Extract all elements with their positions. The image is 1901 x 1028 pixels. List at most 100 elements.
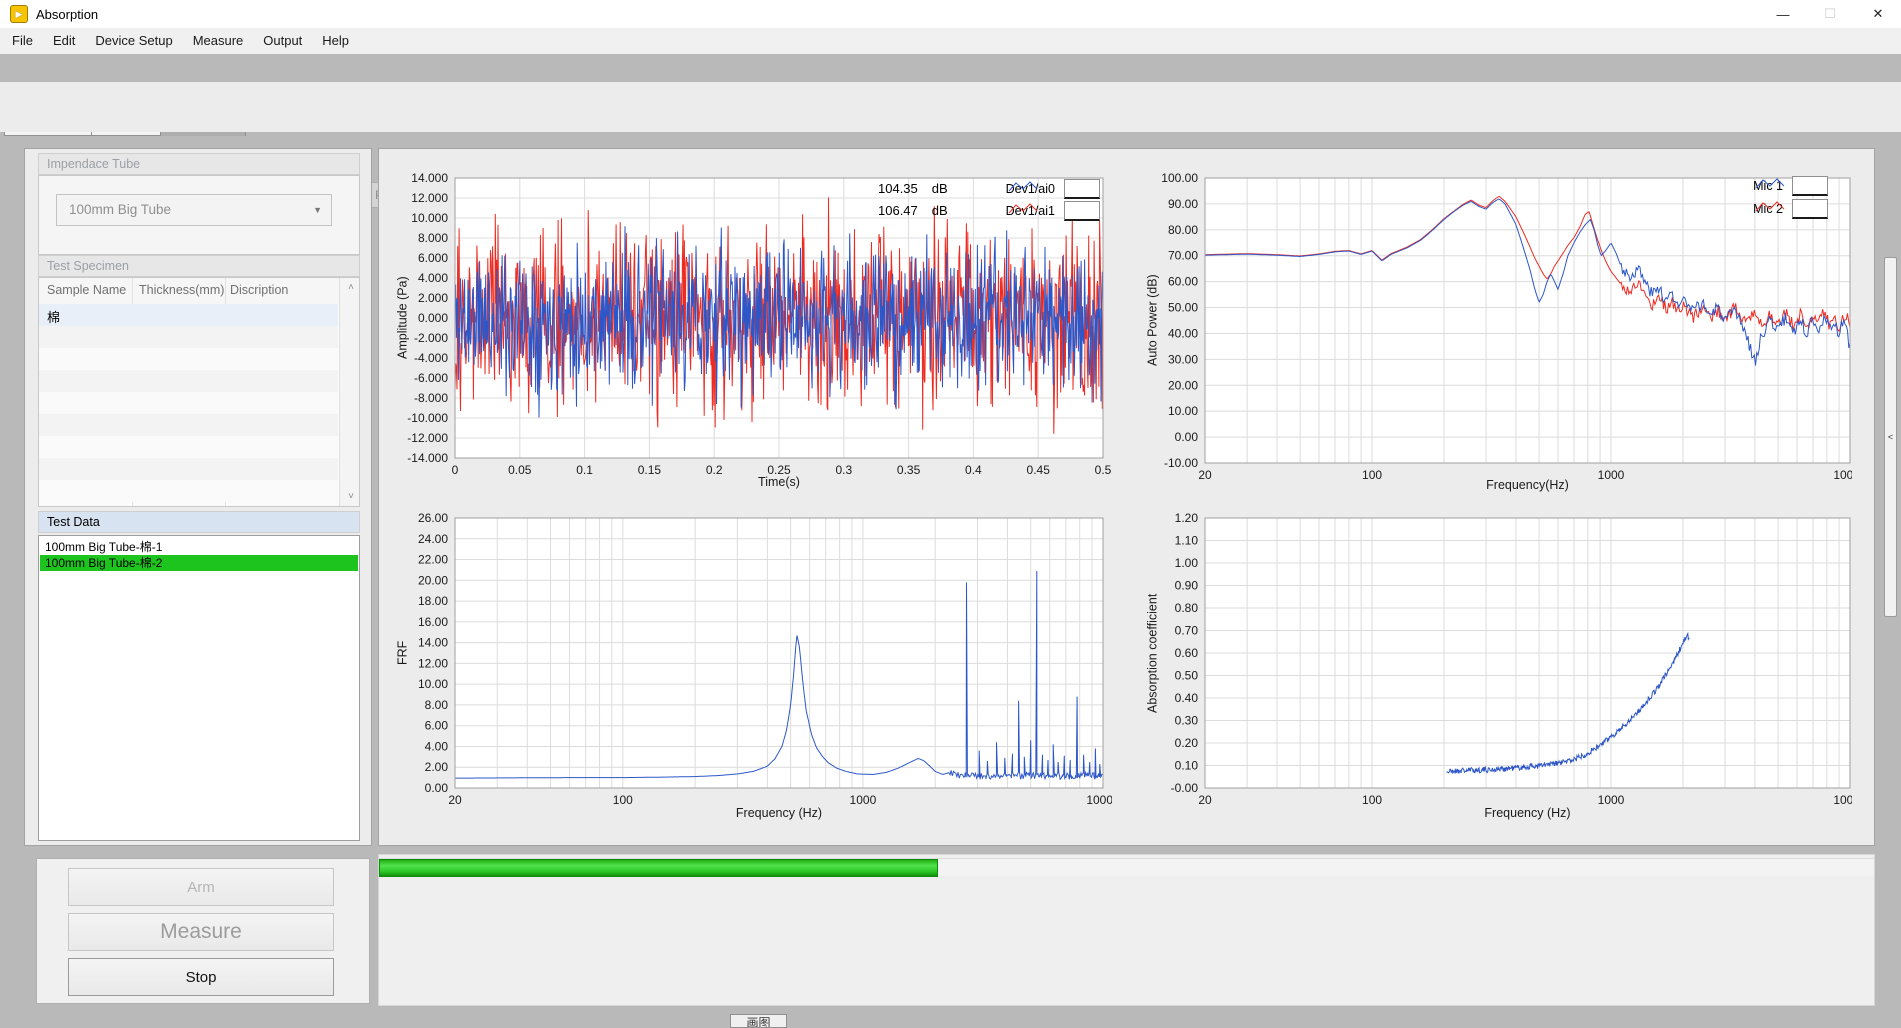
absorption-coefficient-chart: 1.201.101.000.900.800.700.600.500.400.30… <box>1140 488 1852 833</box>
svg-text:60.00: 60.00 <box>1168 275 1198 289</box>
scroll-up-icon[interactable]: ˄ <box>348 282 354 293</box>
impedance-tube-groupbox: 100mm Big Tube ▼ <box>38 175 360 255</box>
svg-text:2.00: 2.00 <box>425 760 449 774</box>
svg-text:0.000: 0.000 <box>418 311 448 325</box>
measure-button[interactable]: Measure <box>68 913 334 951</box>
scroll-down-icon[interactable]: ˅ <box>348 491 354 502</box>
svg-text:10000: 10000 <box>1833 793 1852 807</box>
legend-dev1-ai1: Dev1/ai1 <box>1006 201 1100 221</box>
legend-line-icon <box>1792 176 1828 196</box>
test-data-item[interactable]: 100mm Big Tube-棉-1 <box>40 539 358 555</box>
table-row-empty[interactable] <box>39 392 338 414</box>
progress-fill <box>379 859 938 877</box>
test-data-item-selected[interactable]: 100mm Big Tube-棉-2 <box>40 555 358 571</box>
maximize-button[interactable]: ☐ <box>1807 0 1853 28</box>
svg-text:-0.00: -0.00 <box>1171 781 1199 795</box>
legend-dev1-ai0: Dev1/ai0 <box>1006 179 1100 199</box>
table-row-empty[interactable] <box>39 348 338 370</box>
close-button[interactable]: ✕ <box>1855 0 1901 28</box>
col-sample-name: Sample Name <box>47 283 126 297</box>
y-axis-title-absorption: Absorption coefficient <box>1144 518 1161 788</box>
svg-text:-8.000: -8.000 <box>414 391 448 405</box>
progress-track <box>379 858 1874 876</box>
auto-power-plot: 100.0090.0080.0070.0060.0050.0040.0030.0… <box>1140 148 1852 500</box>
impedance-tube-dropdown[interactable]: 100mm Big Tube ▼ <box>56 194 332 226</box>
table-row-empty[interactable] <box>39 480 338 502</box>
svg-text:0.60: 0.60 <box>1175 646 1199 660</box>
legend-line-icon <box>1792 199 1828 219</box>
subtab-strip: Tube & Environment Test Specimen Phase C… <box>0 82 1901 132</box>
auto-power-chart: 100.0090.0080.0070.0060.0050.0040.0030.0… <box>1140 148 1852 500</box>
table-row-empty[interactable] <box>39 458 338 480</box>
svg-text:20: 20 <box>448 793 462 807</box>
tab-strip: Documentation Channel Setup Absorption <box>0 54 1901 82</box>
stop-button[interactable]: Stop <box>68 958 334 996</box>
svg-text:20: 20 <box>1198 793 1212 807</box>
svg-text:10.00: 10.00 <box>1168 404 1198 418</box>
legend-line-icon <box>1064 179 1100 199</box>
svg-text:1.00: 1.00 <box>1175 556 1199 570</box>
table-row-empty[interactable] <box>39 326 338 348</box>
svg-text:10.000: 10.000 <box>411 211 448 225</box>
menu-file[interactable]: File <box>2 28 43 54</box>
level-unit: dB <box>932 181 948 196</box>
svg-text:0.10: 0.10 <box>1175 759 1199 773</box>
table-row-empty[interactable] <box>39 414 338 436</box>
table-scrollbar[interactable]: ˄ ˅ <box>339 278 359 506</box>
svg-text:100.00: 100.00 <box>1161 171 1198 185</box>
level-unit: dB <box>932 203 948 218</box>
absorption-coefficient-plot: 1.201.101.000.900.800.700.600.500.400.30… <box>1140 488 1852 833</box>
x-axis-title-time: Time(s) <box>455 475 1103 489</box>
frf-chart: 26.0024.0022.0020.0018.0016.0014.0012.00… <box>390 488 1112 833</box>
menu-device-setup[interactable]: Device Setup <box>85 28 182 54</box>
menu-edit[interactable]: Edit <box>43 28 85 54</box>
test-specimen-header: Test Specimen <box>38 255 360 277</box>
svg-text:40.00: 40.00 <box>1168 326 1198 340</box>
table-row[interactable]: 棉 <box>39 304 338 326</box>
level-value: 104.35 <box>878 181 918 196</box>
splitter-handle[interactable]: < <box>1884 257 1897 617</box>
svg-text:-6.000: -6.000 <box>414 371 448 385</box>
svg-text:14.000: 14.000 <box>411 171 448 185</box>
test-data-header: Test Data <box>38 511 360 533</box>
svg-text:0.30: 0.30 <box>1175 714 1199 728</box>
sidebar-panel: Impendace Tube 100mm Big Tube ▼ Test Spe… <box>24 148 372 846</box>
svg-text:12.000: 12.000 <box>411 191 448 205</box>
x-axis-title-frequency: Frequency (Hz) <box>1205 806 1850 820</box>
app-icon: ▶ <box>10 5 28 23</box>
minimize-button[interactable]: — <box>1760 0 1806 28</box>
test-data-list: 100mm Big Tube-棉-1 100mm Big Tube-棉-2 <box>38 535 360 841</box>
svg-text:10000: 10000 <box>1086 793 1112 807</box>
level-indicator-ai1: 106.47 dB <box>878 203 948 218</box>
svg-text:-10.00: -10.00 <box>1164 456 1198 470</box>
footer-tab[interactable]: 画图 <box>730 1014 787 1028</box>
test-specimen-table: Sample Name Thickness(mm) Discription 棉 … <box>38 277 360 507</box>
svg-text:-12.000: -12.000 <box>407 431 448 445</box>
svg-text:-2.000: -2.000 <box>414 331 448 345</box>
y-axis-title-amplitude: Amplitude (Pa) <box>394 178 411 458</box>
menu-help[interactable]: Help <box>312 28 359 54</box>
chevron-down-icon[interactable]: ▼ <box>313 195 322 225</box>
window-title: Absorption <box>36 7 98 22</box>
svg-text:30.00: 30.00 <box>1168 352 1198 366</box>
x-axis-title-frequency: Frequency (Hz) <box>455 806 1103 820</box>
svg-text:6.00: 6.00 <box>425 719 449 733</box>
y-axis-title-auto-power: Auto Power (dB) <box>1144 178 1161 463</box>
arm-button[interactable]: Arm <box>68 868 334 906</box>
table-row-empty[interactable] <box>39 436 338 458</box>
collapse-left-icon: < <box>1888 432 1893 442</box>
svg-text:70.00: 70.00 <box>1168 249 1198 263</box>
test-specimen-table-head: Sample Name Thickness(mm) Discription <box>39 278 359 304</box>
svg-text:4.00: 4.00 <box>425 739 449 753</box>
app-window: ▶ Absorption — ☐ ✕ File Edit Device Setu… <box>0 0 1901 1028</box>
svg-text:20.00: 20.00 <box>418 573 448 587</box>
sample-name-cell: 棉 <box>47 307 60 326</box>
svg-text:16.00: 16.00 <box>418 615 448 629</box>
svg-text:1.10: 1.10 <box>1175 534 1199 548</box>
svg-text:1.20: 1.20 <box>1175 511 1199 525</box>
menu-measure[interactable]: Measure <box>183 28 254 54</box>
menu-output[interactable]: Output <box>253 28 312 54</box>
svg-text:-10.000: -10.000 <box>407 411 448 425</box>
svg-text:100: 100 <box>1362 793 1382 807</box>
table-row-empty[interactable] <box>39 370 338 392</box>
